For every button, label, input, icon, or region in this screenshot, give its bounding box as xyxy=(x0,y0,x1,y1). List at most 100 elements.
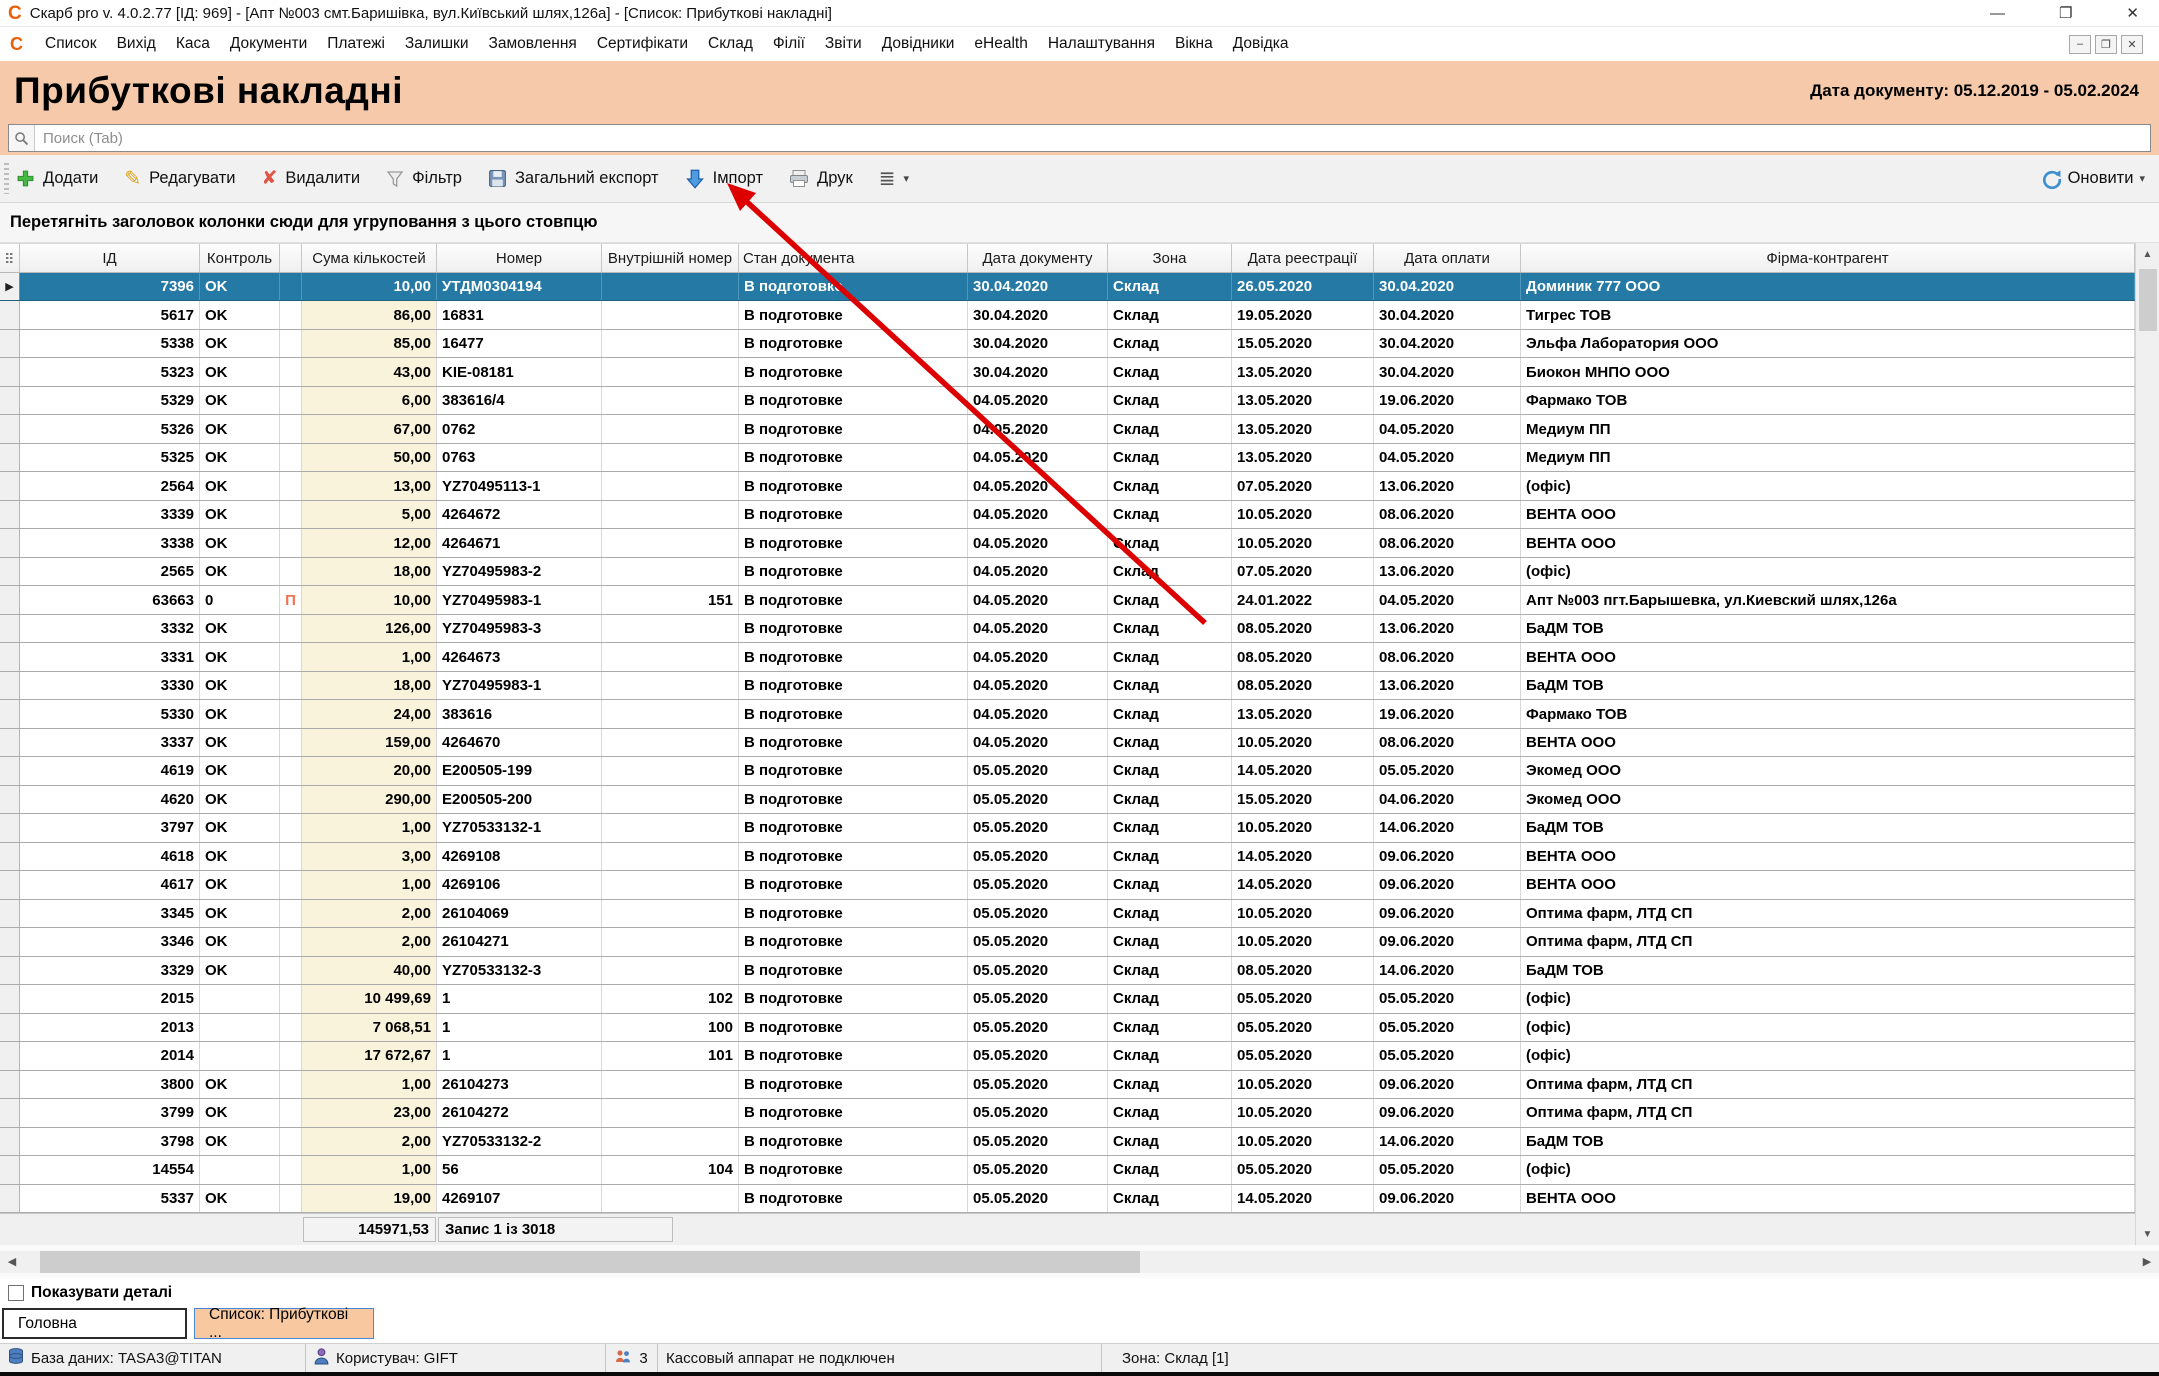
table-row[interactable]: ▶7396OK10,00УТДМ0304194В подготовке30.04… xyxy=(0,273,2135,301)
column-header-7[interactable]: Стан документа xyxy=(739,244,968,272)
row-indicator xyxy=(0,672,20,699)
table-row[interactable]: 5338OK85,0016477В подготовке30.04.2020Ск… xyxy=(0,330,2135,358)
filter-button[interactable]: Фільтр xyxy=(386,169,462,188)
search-input[interactable] xyxy=(35,130,2150,147)
table-row[interactable]: 5325OK50,000763В подготовке04.05.2020Скл… xyxy=(0,444,2135,472)
cell-contractor: (офіс) xyxy=(1521,1156,2135,1183)
table-row[interactable]: 4619OK20,00E200505-199В подготовке05.05.… xyxy=(0,757,2135,785)
table-row[interactable]: 5337OK19,004269107В подготовке05.05.2020… xyxy=(0,1185,2135,1213)
column-header-12[interactable]: Фірма-контрагент xyxy=(1521,244,2135,272)
table-row[interactable]: 5323OK43,00KIE-08181В подготовке30.04.20… xyxy=(0,358,2135,386)
table-row[interactable]: 3332OK126,00YZ70495983-3В подготовке04.0… xyxy=(0,615,2135,643)
menu-item-8[interactable]: Склад xyxy=(698,31,763,57)
table-row[interactable]: 3797OK1,00YZ70533132-1В подготовке05.05.… xyxy=(0,814,2135,842)
column-header-3[interactable] xyxy=(280,244,302,272)
cell-reg-date: 14.05.2020 xyxy=(1232,757,1374,784)
print-button[interactable]: Друк xyxy=(789,169,853,188)
cell-doc-date: 05.05.2020 xyxy=(968,1185,1108,1212)
menu-item-3[interactable]: Документи xyxy=(220,31,317,57)
table-row[interactable]: 5330OK24,00383616В подготовке04.05.2020С… xyxy=(0,700,2135,728)
table-row[interactable]: 3345OK2,0026104069В подготовке05.05.2020… xyxy=(0,900,2135,928)
export-button[interactable]: Загальний експорт xyxy=(488,169,659,188)
table-row[interactable]: 145541,0056104В подготовке05.05.2020Скла… xyxy=(0,1156,2135,1184)
table-row[interactable]: 201417 672,671101В подготовке05.05.2020С… xyxy=(0,1042,2135,1070)
column-header-2[interactable]: Контроль xyxy=(200,244,280,272)
menu-item-0[interactable]: Список xyxy=(35,31,107,57)
cell-doc-state: В подготовке xyxy=(739,1071,968,1098)
table-row[interactable]: 2565OK18,00YZ70495983-2В подготовке04.05… xyxy=(0,558,2135,586)
scroll-left-icon[interactable]: ◀ xyxy=(0,1251,24,1273)
close-button[interactable]: ✕ xyxy=(2126,4,2139,22)
menu-item-15[interactable]: Довідка xyxy=(1223,31,1299,57)
menu-item-9[interactable]: Філії xyxy=(763,31,815,57)
table-row[interactable]: 4620OK290,00E200505-200В подготовке05.05… xyxy=(0,786,2135,814)
column-header-5[interactable]: Номер xyxy=(437,244,602,272)
table-row[interactable]: 3798OK2,00YZ70533132-2В подготовке05.05.… xyxy=(0,1128,2135,1156)
menu-item-6[interactable]: Замовлення xyxy=(478,31,586,57)
table-row[interactable]: 5326OK67,000762В подготовке04.05.2020Скл… xyxy=(0,415,2135,443)
table-row[interactable]: 3800OK1,0026104273В подготовке05.05.2020… xyxy=(0,1071,2135,1099)
menu-item-10[interactable]: Звіти xyxy=(815,31,872,57)
table-row[interactable]: 4617OK1,004269106В подготовке05.05.2020С… xyxy=(0,871,2135,899)
menu-item-5[interactable]: Залишки xyxy=(395,31,479,57)
column-header-8[interactable]: Дата документу xyxy=(968,244,1108,272)
minimize-button[interactable]: — xyxy=(1990,5,2005,22)
menu-item-13[interactable]: Налаштування xyxy=(1038,31,1165,57)
table-row[interactable]: 3339OK5,004264672В подготовке04.05.2020С… xyxy=(0,501,2135,529)
column-header-1[interactable]: ІД xyxy=(20,244,200,272)
cell-internal-number xyxy=(602,928,739,955)
table-row[interactable]: 201510 499,691102В подготовке05.05.2020С… xyxy=(0,985,2135,1013)
show-details-checkbox[interactable] xyxy=(8,1285,24,1301)
vertical-scroll-thumb[interactable] xyxy=(2139,269,2157,331)
toolbar-grip[interactable] xyxy=(4,163,9,194)
column-header-4[interactable]: Сума кількостей xyxy=(302,244,437,272)
table-row[interactable]: 3337OK159,004264670В подготовке04.05.202… xyxy=(0,729,2135,757)
column-header-11[interactable]: Дата оплати xyxy=(1374,244,1521,272)
mdi-close-button[interactable]: ✕ xyxy=(2121,35,2143,54)
cell-doc-date: 04.05.2020 xyxy=(968,672,1108,699)
menu-item-1[interactable]: Вихід xyxy=(107,31,166,57)
table-row[interactable]: 20137 068,511100В подготовке05.05.2020Ск… xyxy=(0,1014,2135,1042)
table-row[interactable]: 636630П10,00YZ70495983-1151В подготовке0… xyxy=(0,586,2135,614)
add-button[interactable]: Додати xyxy=(16,169,98,188)
tab-income-invoices[interactable]: Список: Прибуткові ... xyxy=(194,1308,374,1339)
table-row[interactable]: 5617OK86,0016831В подготовке30.04.2020Ск… xyxy=(0,301,2135,329)
list-view-button[interactable]: ≣ ▾ xyxy=(879,166,909,191)
delete-button[interactable]: ✘ Видалити xyxy=(262,167,361,190)
menu-item-4[interactable]: Платежі xyxy=(317,31,395,57)
table-row[interactable]: 5329OK6,00383616/4В подготовке04.05.2020… xyxy=(0,387,2135,415)
menu-item-12[interactable]: eHealth xyxy=(964,31,1037,57)
cell-id: 3338 xyxy=(20,529,200,556)
table-row[interactable]: 3338OK12,004264671В подготовке04.05.2020… xyxy=(0,529,2135,557)
table-row[interactable]: 3330OK18,00YZ70495983-1В подготовке04.05… xyxy=(0,672,2135,700)
horizontal-scroll-thumb[interactable] xyxy=(40,1251,1140,1273)
scroll-down-icon[interactable]: ▼ xyxy=(2136,1223,2159,1245)
refresh-button[interactable]: Оновити ▾ xyxy=(2042,169,2145,189)
menu-item-11[interactable]: Довідники xyxy=(872,31,965,57)
column-header-9[interactable]: Зона xyxy=(1108,244,1232,272)
table-row[interactable]: 3331OK1,004264673В подготовке04.05.2020С… xyxy=(0,643,2135,671)
scroll-up-icon[interactable]: ▲ xyxy=(2136,243,2159,265)
column-header-10[interactable]: Дата реестрації xyxy=(1232,244,1374,272)
menu-item-2[interactable]: Каса xyxy=(166,31,220,57)
table-row[interactable]: 3346OK2,0026104271В подготовке05.05.2020… xyxy=(0,928,2135,956)
table-row[interactable]: 2564OK13,00YZ70495113-1В подготовке04.05… xyxy=(0,472,2135,500)
search-band xyxy=(0,121,2159,155)
table-row[interactable]: 3329OK40,00YZ70533132-3В подготовке05.05… xyxy=(0,957,2135,985)
menu-item-7[interactable]: Сертифікати xyxy=(587,31,698,57)
scroll-right-icon[interactable]: ▶ xyxy=(2135,1251,2159,1273)
maximize-button[interactable]: ❐ xyxy=(2059,4,2072,22)
tab-home[interactable]: Головна xyxy=(2,1308,187,1339)
menu-item-14[interactable]: Вікна xyxy=(1165,31,1223,57)
import-button[interactable]: Імпорт xyxy=(685,169,763,189)
table-row[interactable]: 3799OK23,0026104272В подготовке05.05.202… xyxy=(0,1099,2135,1127)
group-by-hint[interactable]: Перетягніть заголовок колонки сюди для у… xyxy=(0,203,2159,243)
horizontal-scroll-track[interactable] xyxy=(24,1251,2135,1273)
column-header-6[interactable]: Внутрішній номер xyxy=(602,244,739,272)
cell-control-flag xyxy=(280,501,302,528)
edit-button[interactable]: ✎ Редагувати xyxy=(124,166,235,191)
mdi-restore-button[interactable]: ❐ xyxy=(2095,35,2117,54)
table-row[interactable]: 4618OK3,004269108В подготовке05.05.2020С… xyxy=(0,843,2135,871)
column-header-0[interactable] xyxy=(0,244,20,272)
mdi-minimize-button[interactable]: – xyxy=(2069,35,2091,54)
